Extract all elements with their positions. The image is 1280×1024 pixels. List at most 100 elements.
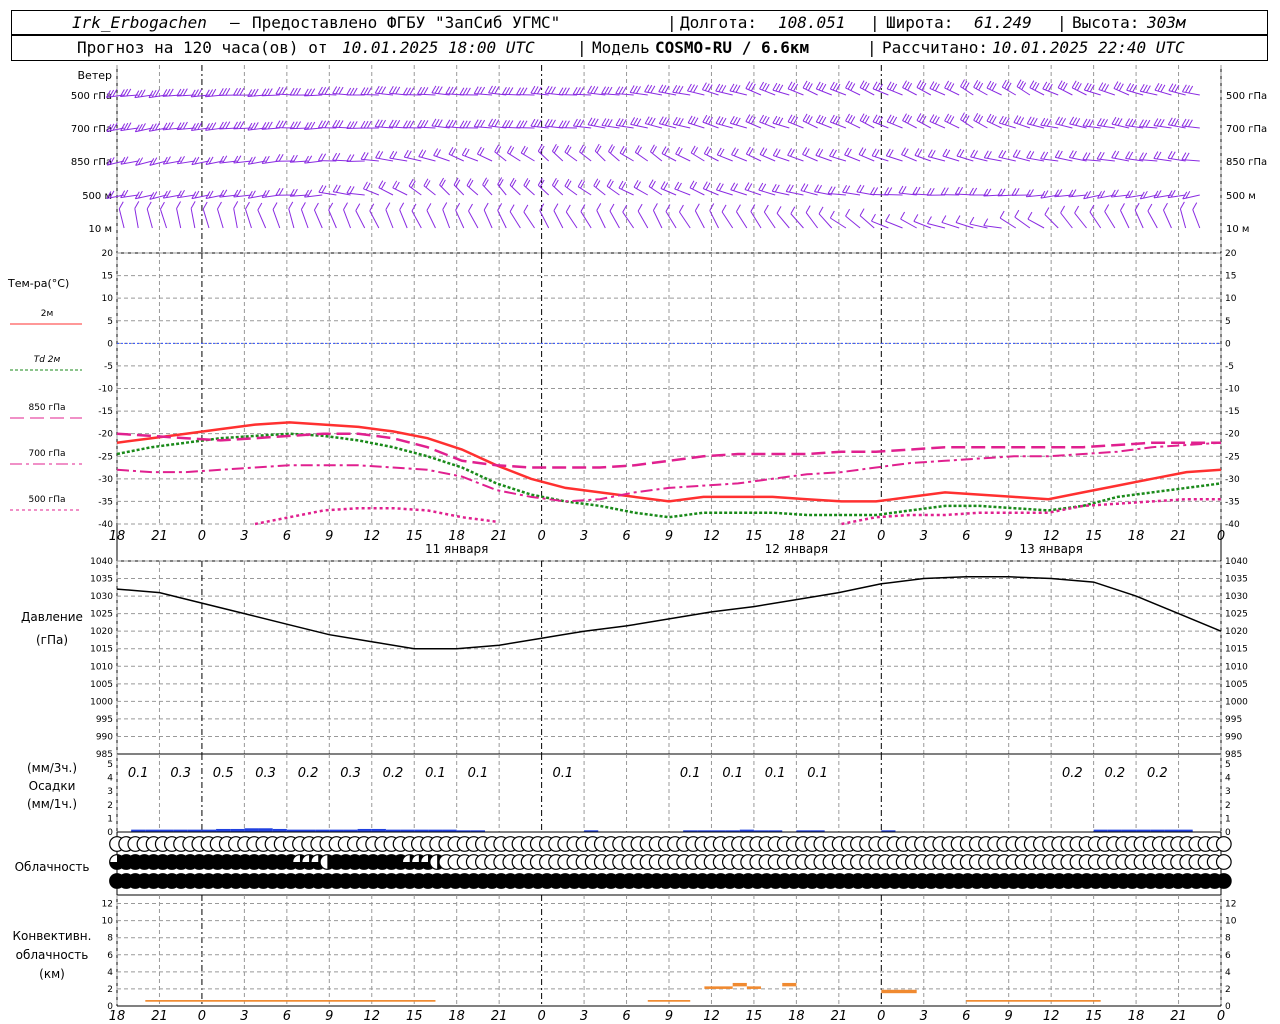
pressure-ytick-left: 1025 bbox=[90, 610, 113, 620]
wind-barb-feather bbox=[1104, 204, 1110, 212]
bottom-xtick: 18 bbox=[448, 1009, 465, 1024]
wind-barb-feather bbox=[523, 204, 529, 213]
wind-barb-feather bbox=[927, 216, 932, 224]
wind-barb-feather bbox=[497, 203, 503, 211]
wind-barb-feather bbox=[800, 183, 806, 191]
pressure-ytick-left: 1000 bbox=[90, 697, 113, 707]
wind-barb-feather bbox=[1019, 117, 1025, 125]
precip-ytick-right: 3 bbox=[1225, 787, 1231, 797]
temp-ytick-left: -5 bbox=[104, 362, 113, 372]
precip-unit-3h: (мм/3ч.) bbox=[27, 761, 77, 775]
wind-barb bbox=[928, 156, 946, 162]
wind-barb-feather bbox=[1001, 116, 1007, 125]
wind-barb bbox=[721, 211, 734, 229]
wind-barb-feather bbox=[658, 116, 664, 124]
wind-barb-feather bbox=[790, 149, 795, 157]
wind-barb-feather bbox=[802, 147, 807, 155]
wind-barb bbox=[418, 156, 436, 162]
bottom-xtick: 3 bbox=[240, 1009, 248, 1024]
wind-barb-feather bbox=[1139, 83, 1145, 92]
wind-level-left: 10 м bbox=[89, 224, 112, 235]
wind-barb-feather bbox=[1045, 82, 1050, 91]
wind-barb-feather bbox=[1111, 150, 1117, 158]
wind-barb bbox=[288, 208, 295, 229]
cloud-symbol bbox=[1215, 836, 1232, 852]
wind-barb-feather bbox=[750, 116, 756, 125]
bottom-xtick: 12 bbox=[703, 1009, 720, 1024]
wind-barb-feather bbox=[842, 184, 848, 193]
wind-barb bbox=[217, 208, 224, 229]
wind-barb-feather bbox=[663, 182, 669, 190]
wind-barb-feather bbox=[888, 149, 894, 158]
pressure-ytick-left: 1040 bbox=[90, 557, 113, 567]
wind-barb-feather bbox=[761, 183, 767, 192]
wind-barb-feather bbox=[956, 148, 962, 157]
wind-barb-feather bbox=[1168, 83, 1174, 91]
wind-barb-feather bbox=[929, 81, 935, 89]
wind-barb-feather bbox=[718, 84, 724, 92]
wind-barb bbox=[633, 186, 649, 196]
wind-barb bbox=[363, 188, 380, 196]
wind-barb-feather bbox=[1114, 117, 1120, 126]
wind-barb-feather bbox=[491, 86, 497, 94]
wind-barb-feather bbox=[378, 151, 384, 159]
conv-segment bbox=[746, 986, 761, 989]
temp-xtick: 3 bbox=[240, 529, 248, 544]
wind-barb-feather bbox=[687, 115, 693, 124]
wind-barb-feather bbox=[721, 85, 727, 93]
wind-barb bbox=[477, 153, 493, 162]
pressure-ytick-right: 985 bbox=[1225, 750, 1242, 760]
precip-ytick-left: 5 bbox=[107, 760, 113, 770]
precip-3h-label: 0.3 bbox=[170, 766, 191, 781]
wind-barb bbox=[759, 153, 776, 162]
temp-xtick: 15 bbox=[746, 529, 763, 544]
wind-barb-feather bbox=[733, 183, 739, 191]
wind-barb bbox=[411, 210, 422, 229]
wind-barb-feather bbox=[434, 86, 440, 94]
wind-barb-feather bbox=[664, 85, 670, 94]
wind-barb-feather bbox=[1083, 82, 1089, 91]
wind-barb bbox=[816, 121, 832, 129]
wind-barb-feather bbox=[593, 86, 599, 94]
day-label: 11 января bbox=[425, 542, 488, 556]
wind-barb-feather bbox=[790, 82, 796, 91]
wind-barb bbox=[645, 123, 663, 129]
bottom-xtick: 12 bbox=[363, 1009, 380, 1024]
temp-ytick-right: 0 bbox=[1225, 339, 1231, 349]
wind-level-left: 850 гПа bbox=[71, 157, 112, 168]
wind-barb-feather bbox=[544, 118, 550, 127]
wind-barb bbox=[1071, 87, 1087, 96]
wind-barb-feather bbox=[464, 148, 470, 157]
precip-3h-label: 0.2 bbox=[1147, 766, 1168, 781]
bottom-xtick: 21 bbox=[831, 1009, 848, 1024]
wind-barb bbox=[1120, 210, 1130, 229]
precip-ytick-right: 2 bbox=[1225, 801, 1231, 811]
wind-barb-feather bbox=[418, 149, 424, 157]
wind-barb-feather bbox=[705, 115, 711, 124]
wind-barb-feather bbox=[536, 119, 542, 128]
wind-barb bbox=[717, 154, 733, 162]
wind-barb-feather bbox=[872, 114, 878, 122]
wind-barb-feather bbox=[690, 84, 695, 92]
wind-barb-feather bbox=[661, 85, 667, 93]
bottom-xtick: 6 bbox=[622, 1009, 630, 1024]
wind-barb-feather bbox=[483, 202, 489, 211]
wind-barb-feather bbox=[609, 203, 615, 212]
wind-barb bbox=[378, 187, 394, 196]
wind-barb-feather bbox=[547, 86, 553, 94]
temp-xtick: 9 bbox=[665, 529, 673, 544]
wind-barb-feather bbox=[1142, 84, 1148, 93]
wind-barb-feather bbox=[509, 204, 515, 212]
wind-barb-feather bbox=[945, 149, 951, 158]
wind-barb-feather bbox=[1185, 85, 1190, 93]
wind-barb bbox=[884, 193, 903, 196]
wind-barb-feather bbox=[321, 185, 327, 194]
wind-barb-feather bbox=[530, 118, 536, 127]
wind-barb-feather bbox=[955, 215, 961, 223]
wind-barb-feather bbox=[835, 116, 841, 125]
bottom-xtick: 3 bbox=[580, 1009, 588, 1024]
wind-barb-feather bbox=[533, 119, 539, 127]
wind-barb-feather bbox=[650, 117, 656, 126]
conv-title: Конвективн. bbox=[13, 929, 92, 943]
wind-barb bbox=[1074, 212, 1087, 229]
